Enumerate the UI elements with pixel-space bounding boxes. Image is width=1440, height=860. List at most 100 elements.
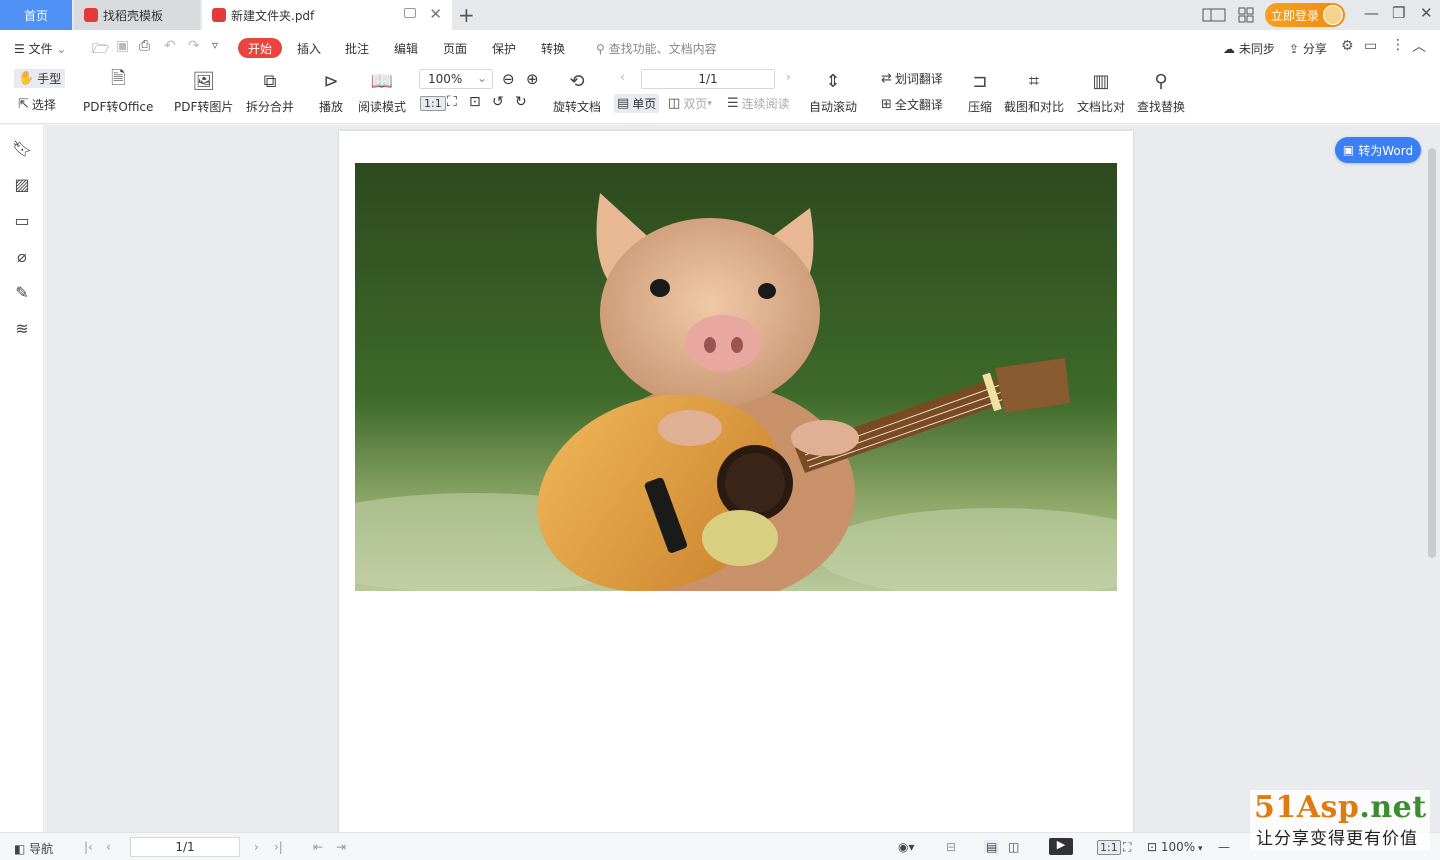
attachment-icon[interactable]: ⌀: [12, 247, 32, 266]
rotate-right-icon[interactable]: ↻: [515, 94, 527, 110]
signature-pen-icon[interactable]: ✎: [12, 283, 32, 302]
comment-icon[interactable]: ▭: [12, 211, 32, 230]
redo-icon[interactable]: ↷: [188, 38, 200, 54]
tab-bar: 首页 找稻壳模板 新建文件夹.pdf ✕ + 立即登录 — ❐ ✕: [0, 0, 1440, 30]
tab-home[interactable]: 首页: [0, 0, 72, 30]
open-book-icon: 📖: [370, 70, 394, 92]
close-icon[interactable]: ✕: [1420, 4, 1433, 22]
zoom-select[interactable]: 100% ⌄: [419, 69, 493, 89]
word-translate-button[interactable]: ⇄ 划词翻译: [881, 70, 943, 87]
tab-annotate[interactable]: 批注: [345, 40, 369, 57]
feature-search[interactable]: ⚲ 查找功能、文档内容: [596, 40, 717, 57]
thumbnail-icon[interactable]: ▨: [12, 175, 32, 194]
zoom-in-icon[interactable]: ⊕: [526, 70, 539, 88]
fit-page-status-icon[interactable]: ⛶: [1123, 840, 1131, 855]
fit-width-status-icon: ⊡: [1147, 840, 1161, 854]
actual-size-icon[interactable]: 1:1: [420, 96, 446, 111]
comment-bubble-icon[interactable]: ▭: [1364, 38, 1377, 54]
auto-scroll-button[interactable]: ⇕ 自动滚动: [809, 66, 857, 115]
full-translate-button[interactable]: ⊞ 全文翻译: [881, 96, 943, 113]
pdf-to-word-icon: 🗎: [110, 68, 126, 89]
fit-page-icon[interactable]: ⛶: [447, 94, 457, 110]
vertical-scrollbar[interactable]: [1428, 148, 1436, 558]
minimize-icon[interactable]: —: [1364, 4, 1379, 22]
tab-templates[interactable]: 找稻壳模板: [74, 0, 200, 30]
pdf-to-image-button[interactable]: 🖼 PDF转图片: [174, 66, 233, 115]
double-page-status-icon[interactable]: ◫: [1008, 840, 1019, 854]
zoom-out-status-icon[interactable]: —: [1218, 840, 1230, 854]
zoom-status[interactable]: ⊡ 100% ▾: [1147, 840, 1203, 854]
settings-gear-icon[interactable]: ⚙: [1341, 38, 1354, 54]
next-page-icon[interactable]: ›: [786, 70, 791, 84]
find-replace-button[interactable]: ⚲ 查找替换: [1137, 66, 1185, 115]
tab-edit[interactable]: 编辑: [394, 40, 418, 57]
screenshot-compare-button[interactable]: ⌗ 截图和对比: [1004, 66, 1064, 115]
float-window-icon[interactable]: [404, 8, 416, 18]
forward-view-icon[interactable]: ⇥: [336, 840, 346, 854]
zoom-out-icon[interactable]: ⊖: [502, 70, 515, 88]
undo-icon[interactable]: ↶: [164, 38, 176, 54]
play-status-icon[interactable]: ▶: [1049, 838, 1073, 855]
layout-toggle-icon[interactable]: [1202, 0, 1226, 30]
tab-page[interactable]: 页面: [443, 40, 467, 57]
continuous-status-icon[interactable]: ⊟: [946, 840, 956, 854]
double-page-icon: ◫: [668, 96, 681, 111]
doc-compare-button[interactable]: ▥ 文档比对: [1077, 66, 1125, 115]
compress-button[interactable]: ⊐ 压缩: [968, 66, 992, 115]
prev-page-icon[interactable]: ‹: [620, 70, 625, 84]
tab-insert[interactable]: 插入: [297, 40, 321, 57]
collapse-ribbon-icon[interactable]: ︿: [1412, 36, 1426, 56]
open-icon[interactable]: 🗁: [92, 38, 109, 62]
single-page-label: 单页: [632, 97, 657, 111]
bookmark-icon[interactable]: 🔖︎: [12, 139, 32, 158]
new-tab-button[interactable]: +: [458, 3, 475, 27]
page-number-input[interactable]: 1/1: [641, 69, 775, 89]
tab-document[interactable]: 新建文件夹.pdf ✕: [202, 0, 452, 30]
next-page-status-icon[interactable]: ›: [254, 840, 259, 854]
fit-width-icon[interactable]: ⊡: [469, 94, 481, 110]
compress-label: 压缩: [968, 100, 993, 114]
login-button[interactable]: 立即登录: [1265, 3, 1345, 27]
double-page-label: 双页: [683, 97, 708, 111]
double-page-mode[interactable]: ◫ 双页 ▾: [668, 95, 712, 112]
file-menu[interactable]: ☰ 文件 ⌄: [14, 40, 66, 57]
pdf-to-office-label: PDF转Office: [83, 100, 154, 114]
prev-page-status-icon[interactable]: ‹: [106, 840, 111, 854]
hand-icon: ✋: [18, 71, 35, 86]
read-mode-button[interactable]: 📖 阅读模式: [358, 66, 406, 115]
nav-toggle[interactable]: ◧ 导航: [14, 840, 53, 857]
hand-tool[interactable]: ✋ 手型: [14, 69, 66, 88]
actual-size-status-icon[interactable]: 1:1: [1097, 840, 1121, 855]
back-view-icon[interactable]: ⇤: [313, 840, 323, 854]
more-vertical-icon[interactable]: ⋮: [1391, 37, 1405, 53]
quick-access-more-icon[interactable]: ▿: [212, 38, 218, 52]
first-page-icon[interactable]: |‹: [84, 840, 93, 854]
sync-status[interactable]: ☁ 未同步: [1223, 40, 1275, 57]
tab-convert[interactable]: 转换: [541, 40, 565, 57]
share-button[interactable]: ⇪ 分享: [1289, 40, 1327, 57]
single-page-mode[interactable]: ▤ 单页: [614, 94, 660, 113]
play-button[interactable]: ⊳ 播放: [319, 66, 343, 115]
layers-icon[interactable]: ≋: [12, 319, 32, 338]
single-page-status-icon[interactable]: ▤: [984, 840, 1000, 854]
status-page-input[interactable]: 1/1: [130, 837, 240, 857]
eye-protect-icon[interactable]: ◉▾: [898, 840, 915, 854]
rotate-left-icon[interactable]: ↺: [492, 94, 504, 110]
tab-close-icon[interactable]: ✕: [429, 5, 442, 23]
tab-protect[interactable]: 保护: [492, 40, 516, 57]
tab-home-label: 首页: [23, 8, 48, 23]
zoom-status-value: 100%: [1160, 840, 1196, 854]
save-icon[interactable]: ▣: [116, 38, 129, 54]
pdf-to-office-button[interactable]: 🗎 PDF转Office: [83, 66, 153, 115]
print-icon[interactable]: ⎙: [139, 38, 150, 54]
apps-grid-icon[interactable]: [1238, 0, 1254, 30]
page-indicator: 1/1: [698, 72, 718, 86]
tab-start[interactable]: 开始: [238, 38, 282, 58]
select-tool[interactable]: ⇱ 选择: [18, 96, 56, 113]
continuous-read-mode[interactable]: ☰ 连续阅读: [727, 95, 790, 112]
restore-icon[interactable]: ❐: [1392, 4, 1405, 22]
last-page-icon[interactable]: ›|: [274, 840, 283, 854]
split-merge-button[interactable]: ⧉ 拆分合并: [246, 66, 294, 115]
rotate-doc-button[interactable]: ⟲ 旋转文档: [553, 66, 601, 115]
convert-to-word-button[interactable]: ▣ 转为Word: [1335, 137, 1421, 163]
